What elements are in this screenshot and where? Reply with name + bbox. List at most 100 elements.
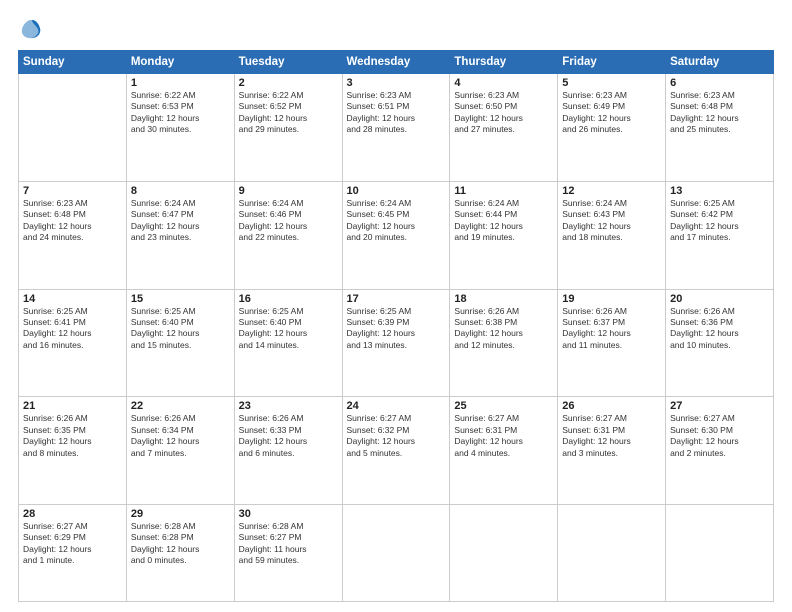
calendar-cell <box>19 74 127 182</box>
day-number: 12 <box>562 185 661 197</box>
week-row-2: 7Sunrise: 6:23 AMSunset: 6:48 PMDaylight… <box>19 181 774 289</box>
day-info: Sunrise: 6:27 AMSunset: 6:29 PMDaylight:… <box>23 521 122 567</box>
day-number: 8 <box>131 185 230 197</box>
day-info: Sunrise: 6:27 AMSunset: 6:31 PMDaylight:… <box>454 413 553 459</box>
day-info: Sunrise: 6:24 AMSunset: 6:45 PMDaylight:… <box>347 198 446 244</box>
calendar-cell: 24Sunrise: 6:27 AMSunset: 6:32 PMDayligh… <box>342 397 450 505</box>
day-info: Sunrise: 6:28 AMSunset: 6:28 PMDaylight:… <box>131 521 230 567</box>
day-info: Sunrise: 6:23 AMSunset: 6:48 PMDaylight:… <box>670 90 769 136</box>
day-number: 24 <box>347 400 446 412</box>
calendar-cell: 29Sunrise: 6:28 AMSunset: 6:28 PMDayligh… <box>126 505 234 602</box>
day-number: 29 <box>131 508 230 520</box>
calendar-cell: 20Sunrise: 6:26 AMSunset: 6:36 PMDayligh… <box>666 289 774 397</box>
day-number: 21 <box>23 400 122 412</box>
calendar-cell: 1Sunrise: 6:22 AMSunset: 6:53 PMDaylight… <box>126 74 234 182</box>
day-number: 19 <box>562 293 661 305</box>
day-info: Sunrise: 6:26 AMSunset: 6:34 PMDaylight:… <box>131 413 230 459</box>
day-number: 13 <box>670 185 769 197</box>
header <box>18 18 774 40</box>
calendar-cell: 15Sunrise: 6:25 AMSunset: 6:40 PMDayligh… <box>126 289 234 397</box>
calendar-cell: 6Sunrise: 6:23 AMSunset: 6:48 PMDaylight… <box>666 74 774 182</box>
calendar-cell: 12Sunrise: 6:24 AMSunset: 6:43 PMDayligh… <box>558 181 666 289</box>
day-info: Sunrise: 6:25 AMSunset: 6:41 PMDaylight:… <box>23 306 122 352</box>
day-info: Sunrise: 6:28 AMSunset: 6:27 PMDaylight:… <box>239 521 338 567</box>
calendar-cell <box>558 505 666 602</box>
day-info: Sunrise: 6:25 AMSunset: 6:39 PMDaylight:… <box>347 306 446 352</box>
calendar-cell: 22Sunrise: 6:26 AMSunset: 6:34 PMDayligh… <box>126 397 234 505</box>
day-info: Sunrise: 6:25 AMSunset: 6:40 PMDaylight:… <box>131 306 230 352</box>
day-number: 16 <box>239 293 338 305</box>
day-number: 18 <box>454 293 553 305</box>
calendar-cell: 2Sunrise: 6:22 AMSunset: 6:52 PMDaylight… <box>234 74 342 182</box>
logo <box>18 18 42 40</box>
calendar-cell <box>342 505 450 602</box>
day-number: 9 <box>239 185 338 197</box>
day-number: 20 <box>670 293 769 305</box>
day-info: Sunrise: 6:24 AMSunset: 6:43 PMDaylight:… <box>562 198 661 244</box>
col-header-tuesday: Tuesday <box>234 51 342 74</box>
day-number: 22 <box>131 400 230 412</box>
calendar-cell: 28Sunrise: 6:27 AMSunset: 6:29 PMDayligh… <box>19 505 127 602</box>
calendar-cell: 23Sunrise: 6:26 AMSunset: 6:33 PMDayligh… <box>234 397 342 505</box>
calendar-cell: 19Sunrise: 6:26 AMSunset: 6:37 PMDayligh… <box>558 289 666 397</box>
day-number: 10 <box>347 185 446 197</box>
day-info: Sunrise: 6:24 AMSunset: 6:44 PMDaylight:… <box>454 198 553 244</box>
day-number: 27 <box>670 400 769 412</box>
page: SundayMondayTuesdayWednesdayThursdayFrid… <box>0 0 792 612</box>
day-info: Sunrise: 6:23 AMSunset: 6:49 PMDaylight:… <box>562 90 661 136</box>
day-number: 1 <box>131 77 230 89</box>
day-info: Sunrise: 6:26 AMSunset: 6:38 PMDaylight:… <box>454 306 553 352</box>
calendar-table: SundayMondayTuesdayWednesdayThursdayFrid… <box>18 50 774 602</box>
day-number: 14 <box>23 293 122 305</box>
calendar-cell: 21Sunrise: 6:26 AMSunset: 6:35 PMDayligh… <box>19 397 127 505</box>
calendar-cell <box>666 505 774 602</box>
calendar-cell: 7Sunrise: 6:23 AMSunset: 6:48 PMDaylight… <box>19 181 127 289</box>
calendar-cell: 8Sunrise: 6:24 AMSunset: 6:47 PMDaylight… <box>126 181 234 289</box>
day-number: 6 <box>670 77 769 89</box>
week-row-1: 1Sunrise: 6:22 AMSunset: 6:53 PMDaylight… <box>19 74 774 182</box>
calendar-cell: 26Sunrise: 6:27 AMSunset: 6:31 PMDayligh… <box>558 397 666 505</box>
calendar-cell: 13Sunrise: 6:25 AMSunset: 6:42 PMDayligh… <box>666 181 774 289</box>
day-info: Sunrise: 6:22 AMSunset: 6:53 PMDaylight:… <box>131 90 230 136</box>
calendar-cell: 17Sunrise: 6:25 AMSunset: 6:39 PMDayligh… <box>342 289 450 397</box>
col-header-thursday: Thursday <box>450 51 558 74</box>
day-number: 23 <box>239 400 338 412</box>
day-info: Sunrise: 6:23 AMSunset: 6:48 PMDaylight:… <box>23 198 122 244</box>
day-number: 7 <box>23 185 122 197</box>
day-number: 15 <box>131 293 230 305</box>
col-header-friday: Friday <box>558 51 666 74</box>
day-info: Sunrise: 6:25 AMSunset: 6:40 PMDaylight:… <box>239 306 338 352</box>
col-header-saturday: Saturday <box>666 51 774 74</box>
calendar-cell: 18Sunrise: 6:26 AMSunset: 6:38 PMDayligh… <box>450 289 558 397</box>
col-header-sunday: Sunday <box>19 51 127 74</box>
day-number: 3 <box>347 77 446 89</box>
day-info: Sunrise: 6:27 AMSunset: 6:31 PMDaylight:… <box>562 413 661 459</box>
calendar-cell: 30Sunrise: 6:28 AMSunset: 6:27 PMDayligh… <box>234 505 342 602</box>
header-row: SundayMondayTuesdayWednesdayThursdayFrid… <box>19 51 774 74</box>
col-header-wednesday: Wednesday <box>342 51 450 74</box>
week-row-3: 14Sunrise: 6:25 AMSunset: 6:41 PMDayligh… <box>19 289 774 397</box>
logo-icon <box>20 18 42 40</box>
day-info: Sunrise: 6:27 AMSunset: 6:30 PMDaylight:… <box>670 413 769 459</box>
calendar-cell: 10Sunrise: 6:24 AMSunset: 6:45 PMDayligh… <box>342 181 450 289</box>
day-info: Sunrise: 6:23 AMSunset: 6:50 PMDaylight:… <box>454 90 553 136</box>
day-info: Sunrise: 6:27 AMSunset: 6:32 PMDaylight:… <box>347 413 446 459</box>
day-info: Sunrise: 6:23 AMSunset: 6:51 PMDaylight:… <box>347 90 446 136</box>
day-info: Sunrise: 6:24 AMSunset: 6:47 PMDaylight:… <box>131 198 230 244</box>
calendar-cell: 11Sunrise: 6:24 AMSunset: 6:44 PMDayligh… <box>450 181 558 289</box>
day-number: 28 <box>23 508 122 520</box>
day-info: Sunrise: 6:26 AMSunset: 6:37 PMDaylight:… <box>562 306 661 352</box>
calendar-cell: 9Sunrise: 6:24 AMSunset: 6:46 PMDaylight… <box>234 181 342 289</box>
day-number: 11 <box>454 185 553 197</box>
day-number: 5 <box>562 77 661 89</box>
calendar-cell: 27Sunrise: 6:27 AMSunset: 6:30 PMDayligh… <box>666 397 774 505</box>
day-info: Sunrise: 6:25 AMSunset: 6:42 PMDaylight:… <box>670 198 769 244</box>
day-number: 17 <box>347 293 446 305</box>
day-info: Sunrise: 6:26 AMSunset: 6:35 PMDaylight:… <box>23 413 122 459</box>
calendar-cell: 25Sunrise: 6:27 AMSunset: 6:31 PMDayligh… <box>450 397 558 505</box>
day-number: 26 <box>562 400 661 412</box>
day-number: 30 <box>239 508 338 520</box>
col-header-monday: Monday <box>126 51 234 74</box>
day-info: Sunrise: 6:26 AMSunset: 6:36 PMDaylight:… <box>670 306 769 352</box>
calendar-cell: 3Sunrise: 6:23 AMSunset: 6:51 PMDaylight… <box>342 74 450 182</box>
